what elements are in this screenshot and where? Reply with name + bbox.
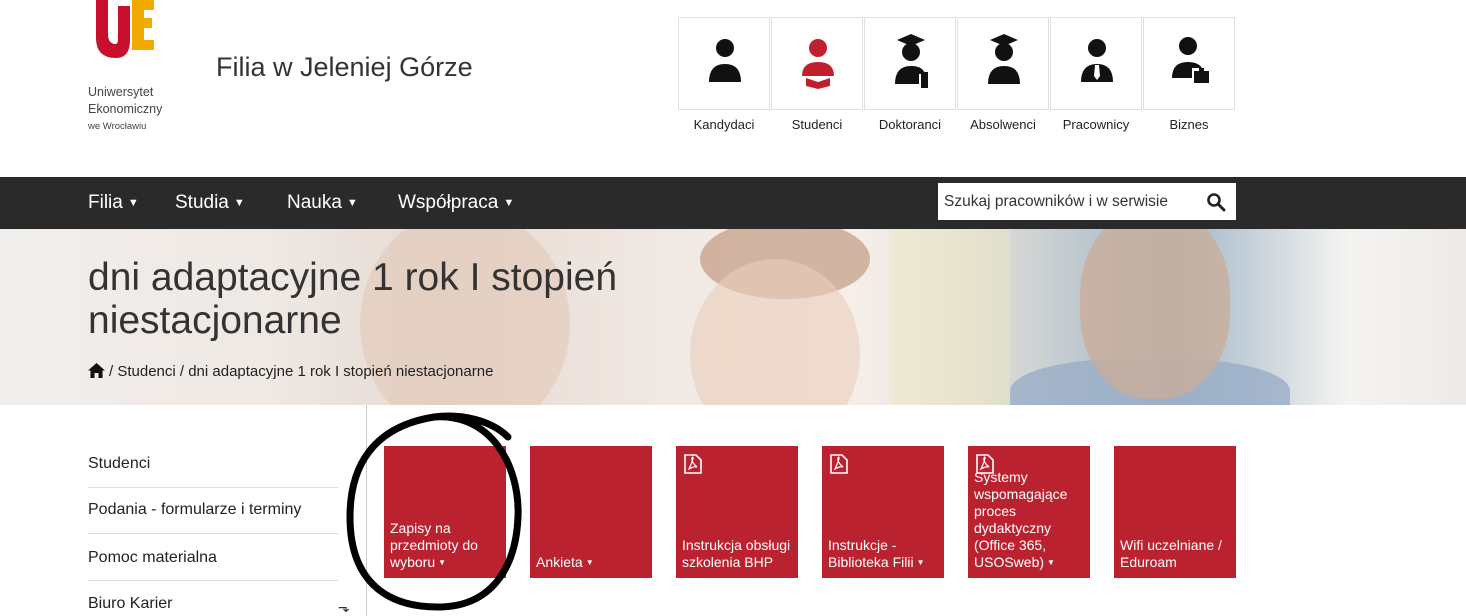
university-logo[interactable]: Uniwersytet Ekonomiczny we Wrocławiu	[82, 0, 192, 150]
caret-down-icon: ▼	[503, 196, 515, 209]
ue-logo-icon	[96, 0, 154, 58]
caret-down-icon: ▼	[127, 196, 139, 209]
nav-label: Nauka	[287, 192, 342, 213]
page-title: dni adaptacyjne 1 rok I stopień niestacj…	[88, 256, 618, 342]
search-icon[interactable]	[1206, 192, 1226, 212]
nav-filia[interactable]: Filia ▼	[88, 192, 139, 214]
pdf-icon	[684, 454, 702, 474]
audience-label: Absolwenci	[970, 117, 1036, 132]
audience-studenci[interactable]: Studenci	[771, 17, 863, 157]
employee-tie-icon	[1081, 39, 1113, 82]
audience-biznes[interactable]: Biznes	[1143, 17, 1235, 157]
tile-zapisy[interactable]: Zapisy na przedmioty do wyboru ▼	[384, 446, 506, 578]
sidebar-item-podania[interactable]: Podania - formularze i terminy	[88, 501, 340, 519]
nav-studia[interactable]: Studia ▼	[175, 192, 245, 214]
audience-doktoranci[interactable]: Doktoranci	[864, 17, 956, 157]
tile-instrukcja-bhp[interactable]: Instrukcja obsługi szkolenia BHP	[676, 446, 798, 578]
audience-kandydaci[interactable]: Kandydaci	[678, 17, 770, 157]
nav-wspolpraca[interactable]: Współpraca ▼	[398, 192, 514, 214]
sidebar-divider	[88, 533, 338, 534]
arrow-icon: ▼	[916, 558, 925, 567]
tile-label: Instrukcja obsługi szkolenia BHP	[682, 537, 791, 570]
businessman-briefcase-icon	[1172, 37, 1209, 83]
caret-down-icon: ▼	[346, 196, 358, 209]
audience-label: Doktoranci	[878, 117, 942, 132]
search-input[interactable]	[938, 183, 1198, 220]
sidebar-divider	[88, 487, 338, 488]
site-title[interactable]: Filia w Jeleniej Górze	[216, 52, 473, 83]
audience-label: Kandydaci	[693, 117, 755, 132]
person-icon	[709, 39, 741, 82]
sidebar-item-pomoc[interactable]: Pomoc materialna	[88, 549, 340, 567]
sidebar-divider	[88, 580, 338, 581]
graduate-icon	[988, 34, 1020, 84]
sidebar-item-studenci[interactable]: Studenci	[88, 455, 340, 473]
logo-line-1: Uniwersytet	[88, 85, 154, 99]
logo-line-3: we Wrocławiu	[88, 121, 147, 132]
sidebar-item-biuro-karier[interactable]: Biuro Karier ⬎	[88, 595, 350, 615]
caret-down-icon: ▼	[233, 196, 245, 209]
search-box	[938, 183, 1236, 220]
nav-label: Filia	[88, 192, 123, 213]
sidebar-menu: Studenci Podania - formularze i terminy …	[82, 405, 367, 616]
audience-label: Studenci	[791, 117, 843, 132]
tile-ankieta[interactable]: Ankieta ▼	[530, 446, 652, 578]
audience-pracownicy[interactable]: Pracownicy	[1050, 17, 1142, 157]
pdf-icon	[830, 454, 848, 474]
breadcrumb: / Studenci / dni adaptacyjne 1 rok I sto…	[88, 363, 493, 380]
tile-systemy[interactable]: Systemy wspomagające proces dydaktyczny …	[968, 446, 1090, 578]
arrow-icon: ▼	[1047, 558, 1055, 567]
tile-label: Systemy wspomagające proces dydaktyczny …	[974, 469, 1068, 570]
tile-label: Ankieta	[536, 554, 583, 570]
main-navbar: Filia ▼ Studia ▼ Nauka ▼ Współpraca ▼	[0, 177, 1466, 229]
audience-absolwenci[interactable]: Absolwenci	[957, 17, 1049, 157]
tile-label: Zapisy na przedmioty do wyboru	[390, 520, 478, 570]
audience-label: Biznes	[1169, 117, 1209, 132]
student-book-icon	[802, 39, 834, 89]
site-header: Uniwersytet Ekonomiczny we Wrocławiu Fil…	[0, 0, 1466, 177]
arrow-icon: ▼	[585, 558, 594, 567]
tile-wifi[interactable]: Wifi uczelniane / Eduroam	[1114, 446, 1236, 578]
sidebar-item-label: Biuro Karier	[88, 595, 173, 612]
external-link-icon: ⬎	[338, 599, 350, 615]
tile-label: Wifi uczelniane / Eduroam	[1120, 537, 1222, 570]
breadcrumb-trail[interactable]: / Studenci / dni adaptacyjne 1 rok I sto…	[109, 363, 493, 380]
hero-banner: dni adaptacyjne 1 rok I stopień niestacj…	[0, 229, 1466, 405]
logo-line-2: Ekonomiczny	[88, 102, 163, 116]
home-icon[interactable]	[88, 363, 105, 378]
graduate-diploma-icon	[895, 34, 928, 88]
arrow-icon: ▼	[438, 558, 447, 567]
audience-menu: Kandydaci Studenci Doktoranci Absolwenci…	[678, 17, 1237, 157]
audience-label: Pracownicy	[1062, 117, 1130, 132]
tile-label: Instrukcje - Biblioteka Filii	[828, 537, 914, 570]
tile-biblioteka[interactable]: Instrukcje - Biblioteka Filii ▼	[822, 446, 944, 578]
nav-nauka[interactable]: Nauka ▼	[287, 192, 358, 214]
nav-label: Studia	[175, 192, 229, 213]
nav-label: Współpraca	[398, 192, 499, 213]
logo-text: Uniwersytet Ekonomiczny we Wrocławiu	[88, 84, 162, 135]
